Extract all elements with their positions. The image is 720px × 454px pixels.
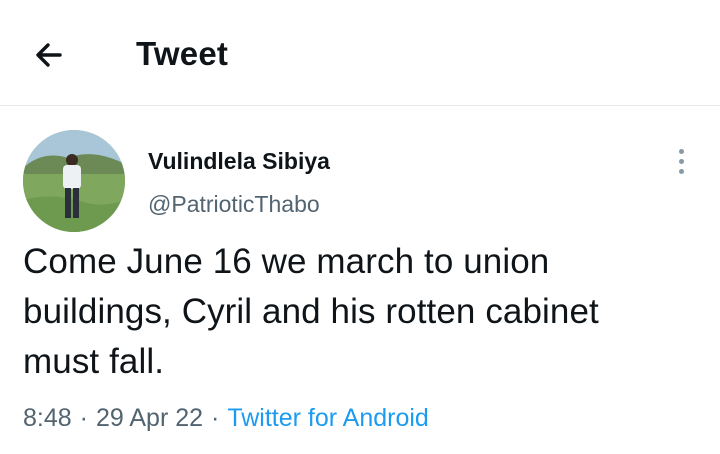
- back-button[interactable]: [30, 36, 74, 76]
- page-title: Tweet: [136, 35, 229, 72]
- profile-photo: [23, 130, 125, 232]
- tweet-source-link[interactable]: Twitter for Android: [227, 404, 428, 432]
- separator: ·: [79, 404, 88, 432]
- author-handle[interactable]: @PatrioticThabo: [148, 187, 320, 221]
- tweet-text: Come June 16 we march to union buildings…: [23, 242, 599, 381]
- top-bar: Tweet: [0, 0, 720, 106]
- tweet-date[interactable]: 29 Apr 22: [96, 404, 203, 432]
- tweet-time[interactable]: 8:48: [23, 404, 72, 432]
- tweet-metadata: 8:48 · 29 Apr 22 · Twitter for Android: [23, 399, 429, 437]
- separator: ·: [211, 404, 220, 432]
- arrow-left-icon: [36, 43, 62, 67]
- avatar[interactable]: [23, 130, 125, 232]
- author-display-name[interactable]: Vulindlela Sibiya: [148, 144, 330, 178]
- more-options-button[interactable]: [670, 144, 694, 180]
- more-vertical-icon: [679, 149, 684, 154]
